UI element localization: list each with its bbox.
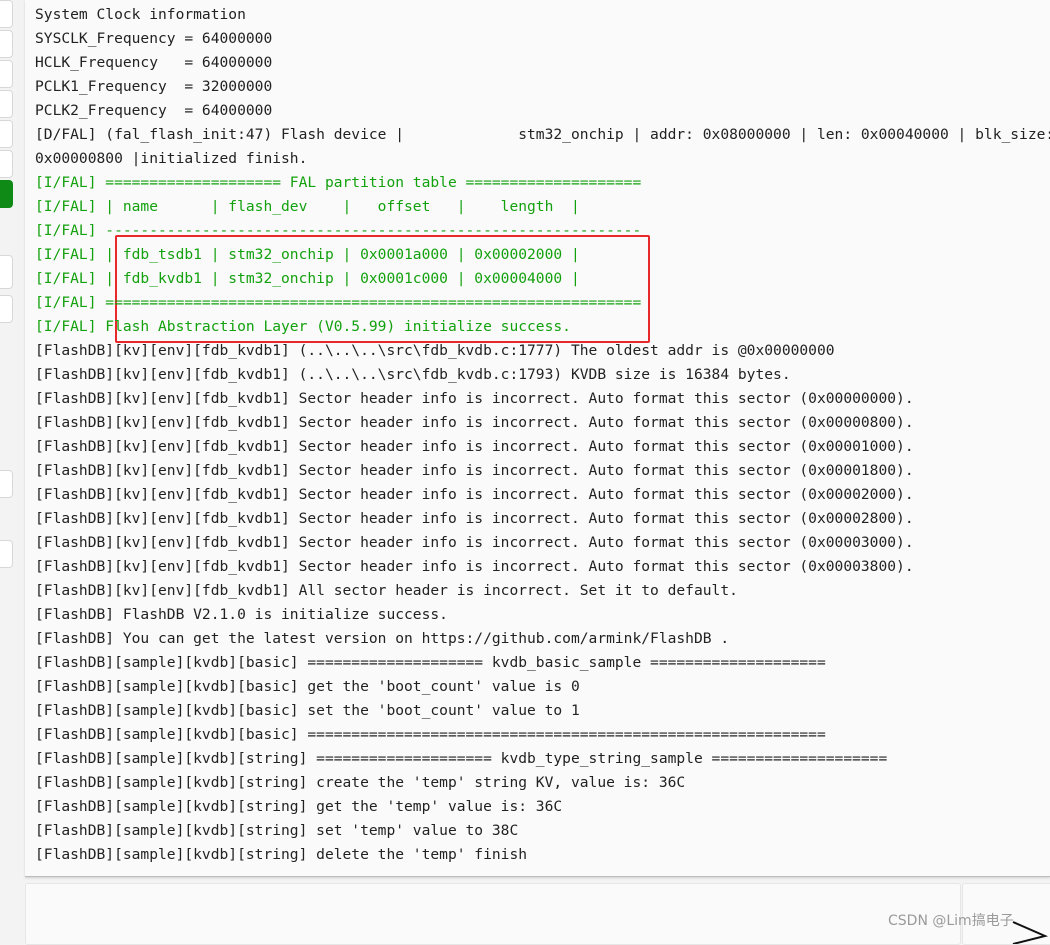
- log-line: [I/FAL] ==================== FAL partiti…: [35, 174, 642, 191]
- side-button[interactable]: [0, 295, 13, 323]
- log-line: PCLK2_Frequency = 64000000: [35, 102, 273, 119]
- side-button[interactable]: [0, 120, 13, 148]
- side-button[interactable]: [0, 90, 13, 118]
- log-line: [FlashDB][kv][env][fdb_kvdb1] (..\..\..\…: [35, 342, 835, 359]
- log-line: [FlashDB][kv][env][fdb_kvdb1] Sector hea…: [35, 462, 914, 479]
- log-line: [FlashDB][kv][env][fdb_kvdb1] Sector hea…: [35, 414, 914, 431]
- log-line: [FlashDB][kv][env][fdb_kvdb1] Sector hea…: [35, 390, 914, 407]
- log-line: [FlashDB][kv][env][fdb_kvdb1] (..\..\..\…: [35, 366, 791, 383]
- serial-log-output[interactable]: System Clock information SYSCLK_Frequency…: [25, 0, 1050, 877]
- side-button[interactable]: [0, 30, 13, 58]
- watermark: CSDN @Lim搞电子: [888, 913, 1014, 929]
- log-line: [FlashDB][kv][env][fdb_kvdb1] All sector…: [35, 582, 738, 599]
- side-button[interactable]: [0, 470, 13, 498]
- log-line: HCLK_Frequency = 64000000: [35, 54, 273, 71]
- log-line: [I/FAL] | fdb_kvdb1 | stm32_onchip | 0x0…: [35, 270, 580, 287]
- log-line: [FlashDB][sample][kvdb][basic] =========…: [35, 726, 826, 743]
- side-button[interactable]: [0, 60, 13, 88]
- log-line: [FlashDB][sample][kvdb][string] delete t…: [35, 846, 528, 863]
- log-line: [FlashDB][sample][kvdb][string] get the …: [35, 798, 563, 815]
- log-line: [FlashDB][sample][kvdb][basic] set the '…: [35, 702, 580, 719]
- log-line: [I/FAL] Flash Abstraction Layer (V0.5.99…: [35, 318, 571, 335]
- log-line: System Clock information: [35, 6, 246, 23]
- side-button-active[interactable]: [0, 180, 13, 208]
- log-line: [FlashDB][kv][env][fdb_kvdb1] Sector hea…: [35, 558, 914, 575]
- log-line: [FlashDB] FlashDB V2.1.0 is initialize s…: [35, 606, 448, 623]
- log-line: [FlashDB][sample][kvdb][basic] =========…: [35, 654, 826, 671]
- log-line: [FlashDB][sample][kvdb][string] ========…: [35, 750, 888, 767]
- log-line: 0x00000800 |initialized finish.: [35, 150, 308, 167]
- log-line: [D/FAL] (fal_flash_init:47) Flash device…: [35, 126, 1050, 143]
- log-line: [I/FAL] --------------------------------…: [35, 222, 642, 239]
- log-line: SYSCLK_Frequency = 64000000: [35, 30, 273, 47]
- log-line: [FlashDB][kv][env][fdb_kvdb1] Sector hea…: [35, 438, 914, 455]
- log-line: [FlashDB][sample][kvdb][string] create t…: [35, 774, 686, 791]
- log-line: [FlashDB][kv][env][fdb_kvdb1] Sector hea…: [35, 510, 914, 527]
- side-button[interactable]: [0, 150, 13, 178]
- log-line: [FlashDB][kv][env][fdb_kvdb1] Sector hea…: [35, 534, 914, 551]
- log-line: [FlashDB][sample][kvdb][string] set 'tem…: [35, 822, 519, 839]
- log-line: [FlashDB][sample][kvdb][basic] get the '…: [35, 678, 580, 695]
- side-button[interactable]: [0, 0, 13, 28]
- log-line: [FlashDB][kv][env][fdb_kvdb1] Sector hea…: [35, 486, 914, 503]
- send-input[interactable]: [25, 883, 961, 945]
- log-line: PCLK1_Frequency = 32000000: [35, 78, 273, 95]
- log-line: [I/FAL] | fdb_tsdb1 | stm32_onchip | 0x0…: [35, 246, 580, 263]
- left-toolbar: [0, 0, 24, 938]
- log-line: [I/FAL] ================================…: [35, 294, 642, 311]
- log-line: [FlashDB] You can get the latest version…: [35, 630, 730, 647]
- log-line: [I/FAL] | name | flash_dev | offset | le…: [35, 198, 580, 215]
- side-button[interactable]: [0, 540, 13, 568]
- side-button[interactable]: [0, 255, 13, 289]
